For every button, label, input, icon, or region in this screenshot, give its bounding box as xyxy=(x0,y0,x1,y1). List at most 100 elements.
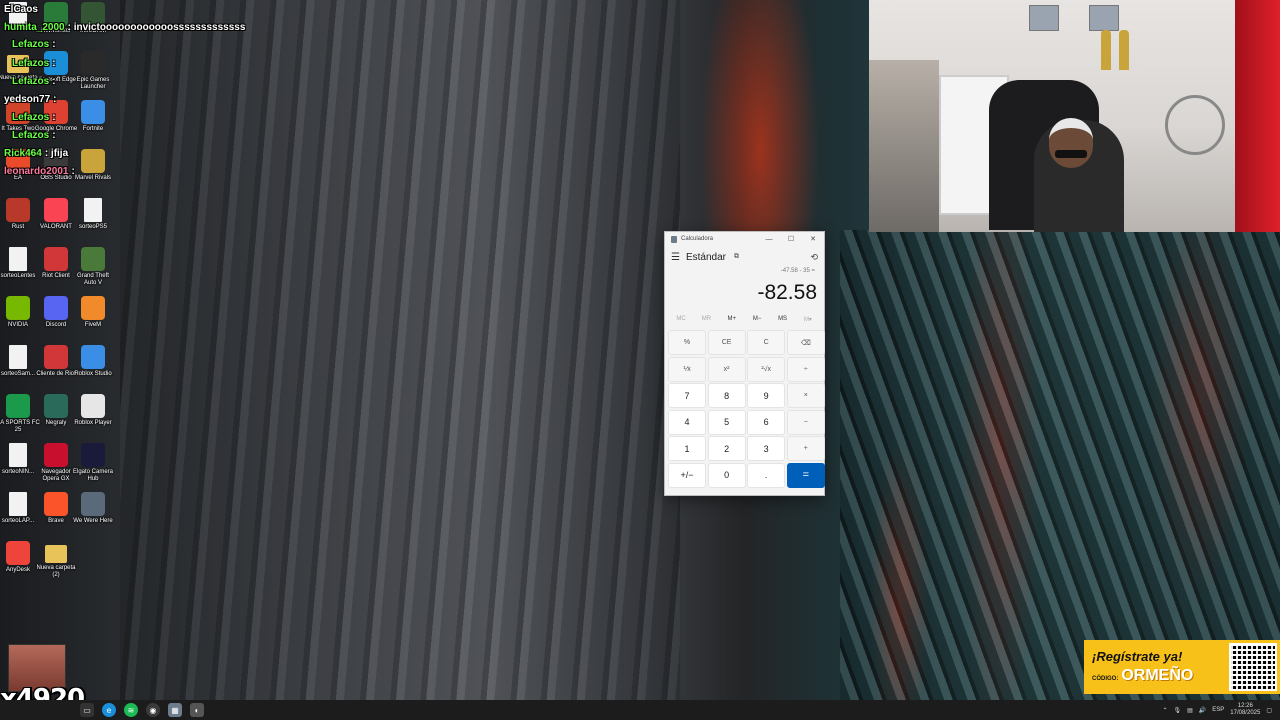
desktop-icon-label: Roblox Studio xyxy=(74,371,112,377)
clear-entry-key[interactable]: CE xyxy=(707,330,746,355)
clock[interactable]: 12:26 17/08/2025 xyxy=(1230,703,1260,717)
reciprocal-key[interactable]: ⅟x xyxy=(668,356,706,382)
desktop-icon[interactable]: Roblox Player xyxy=(71,394,115,427)
desktop-icon[interactable]: We Were Here xyxy=(71,492,115,525)
app-icon xyxy=(81,345,105,369)
calculator-app-icon xyxy=(671,235,677,243)
desk-fan xyxy=(1165,95,1225,155)
desktop-icon[interactable]: Marvel Rivals xyxy=(71,149,115,182)
app-icon xyxy=(44,247,68,271)
equals-key[interactable]: = xyxy=(786,462,825,488)
memory-button[interactable]: MR xyxy=(694,316,718,322)
desktop-icon[interactable]: FiveM xyxy=(71,296,115,329)
history-icon[interactable]: ⟲ xyxy=(810,252,818,263)
decimal-key[interactable]: . xyxy=(747,462,786,488)
digit-2-key[interactable]: 2 xyxy=(707,436,746,462)
desktop-icon[interactable]: sorteoPS5 xyxy=(71,198,115,231)
digit-1-key[interactable]: 1 xyxy=(668,436,706,462)
keep-on-top-icon[interactable]: ⧉ xyxy=(734,253,739,261)
document-icon xyxy=(84,198,102,222)
chat-username: humita_2000 xyxy=(4,22,65,33)
app-taskbar-icon[interactable]: ◐ xyxy=(190,703,204,717)
desktop-icon-label: Roblox Player xyxy=(74,420,112,426)
chat-message: Lefazos: xyxy=(12,58,56,69)
chat-text: : jfija xyxy=(44,148,69,159)
calculator-window[interactable]: Calculadora — ☐ ✕ ☰ Estándar ⧉ ⟲ -47.58 … xyxy=(664,231,825,496)
desktop-icon[interactable]: Roblox Studio xyxy=(71,345,115,378)
chat-text: : xyxy=(52,130,56,141)
chat-text: : invictoooooooooooosssssssssssss xyxy=(67,22,246,33)
chevron-up-icon[interactable]: ⌃ xyxy=(1162,707,1167,714)
chat-text: : xyxy=(52,39,56,50)
memory-button[interactable]: M− xyxy=(745,316,769,322)
digit-3-key[interactable]: 3 xyxy=(747,436,786,462)
sponsor-code-label: CÓDIGO: xyxy=(1092,676,1119,682)
close-button[interactable]: ✕ xyxy=(802,235,824,243)
system-tray: ⌃ 🎙 ▤ 🔊 ESP 12:26 17/08/2025 ▢ xyxy=(1162,703,1280,717)
square-key[interactable]: x² xyxy=(707,356,746,382)
task-view-icon[interactable]: ▭ xyxy=(80,703,94,717)
digit-7-key[interactable]: 7 xyxy=(668,383,706,409)
multiply-key[interactable]: × xyxy=(786,383,825,409)
trophy xyxy=(1101,30,1111,70)
microphone-icon[interactable]: 🎙 xyxy=(1174,707,1182,714)
language-indicator[interactable]: ESP xyxy=(1212,707,1224,713)
sponsor-headline: ¡Regístrate ya! xyxy=(1092,649,1183,664)
sponsor-banner: ¡Regístrate ya! CÓDIGO: ORMEÑO xyxy=(1084,640,1280,694)
clear-key[interactable]: C xyxy=(747,330,786,355)
wall-poster xyxy=(1029,5,1059,31)
app-icon xyxy=(81,100,105,124)
document-icon xyxy=(9,345,27,369)
digit-5-key[interactable]: 5 xyxy=(707,409,746,435)
desktop-icon[interactable]: Fortnite xyxy=(71,100,115,133)
calculator-titlebar[interactable]: Calculadora — ☐ ✕ xyxy=(665,232,824,246)
digit-9-key[interactable]: 9 xyxy=(747,383,786,409)
app-icon xyxy=(81,149,105,173)
percent-key[interactable]: % xyxy=(668,330,706,355)
subtract-key[interactable]: − xyxy=(786,409,825,435)
result-display: -82.58 xyxy=(757,281,817,304)
digit-8-key[interactable]: 8 xyxy=(707,383,746,409)
minimize-button[interactable]: — xyxy=(758,236,780,243)
sqrt-key[interactable]: ²√x xyxy=(747,356,786,382)
digit-4-key[interactable]: 4 xyxy=(668,409,706,435)
app-icon xyxy=(44,296,68,320)
keypad: % CE C ⌫ ⅟x x² ²√x ÷ 7 8 9 × 4 5 6− 1 2 3 + +/− 0. = xyxy=(665,327,825,488)
desktop-icon-label: Nueva carpeta (2) xyxy=(36,565,76,578)
digit-6-key[interactable]: 6 xyxy=(747,409,786,435)
app-icon xyxy=(6,541,30,565)
maximize-button[interactable]: ☐ xyxy=(780,235,802,243)
memory-button[interactable]: M▾ xyxy=(796,316,820,323)
desktop-icon-label: Grand Theft Auto V xyxy=(77,273,109,286)
digit-0-key[interactable]: 0 xyxy=(707,462,746,488)
desktop-icon[interactable]: Elgato Camera Hub xyxy=(71,443,115,483)
edge-taskbar-icon[interactable]: e xyxy=(102,703,116,717)
spotify-taskbar-icon[interactable]: ≋ xyxy=(124,703,138,717)
memory-button[interactable]: M+ xyxy=(720,316,744,322)
desktop-icon[interactable]: Epic Games Launcher xyxy=(71,51,115,91)
notifications-icon[interactable]: ▢ xyxy=(1266,707,1272,714)
chat-message: Lefazos: xyxy=(12,76,56,87)
backspace-key[interactable]: ⌫ xyxy=(786,330,825,355)
app-icon xyxy=(81,394,105,418)
wall-poster xyxy=(1089,5,1119,31)
memory-button[interactable]: MS xyxy=(771,316,795,322)
volume-icon[interactable]: 🔊 xyxy=(1199,707,1206,714)
hamburger-menu-icon[interactable]: ☰ xyxy=(671,252,680,263)
chat-message: Lefazos: xyxy=(12,112,56,123)
network-icon[interactable]: ▤ xyxy=(1187,707,1193,714)
memory-button[interactable]: MC xyxy=(669,316,693,322)
chat-message: humita_2000: invictoooooooooooosssssssss… xyxy=(4,22,245,33)
streamer-head xyxy=(1049,118,1093,168)
negate-key[interactable]: +/− xyxy=(668,462,706,488)
window-title: Calculadora xyxy=(681,236,714,242)
obs-taskbar-icon[interactable]: ◉ xyxy=(146,703,160,717)
sponsor-code-line: CÓDIGO: ORMEÑO xyxy=(1092,667,1229,685)
app-icon xyxy=(44,345,68,369)
mode-title: Estándar xyxy=(685,251,726,263)
add-key[interactable]: + xyxy=(786,436,825,462)
divide-key[interactable]: ÷ xyxy=(786,356,825,382)
desktop-icon[interactable]: Grand Theft Auto V xyxy=(71,247,115,287)
calculator-taskbar-icon[interactable]: ▦ xyxy=(168,703,182,717)
desktop-icon[interactable]: Nueva carpeta (2) xyxy=(34,541,78,579)
